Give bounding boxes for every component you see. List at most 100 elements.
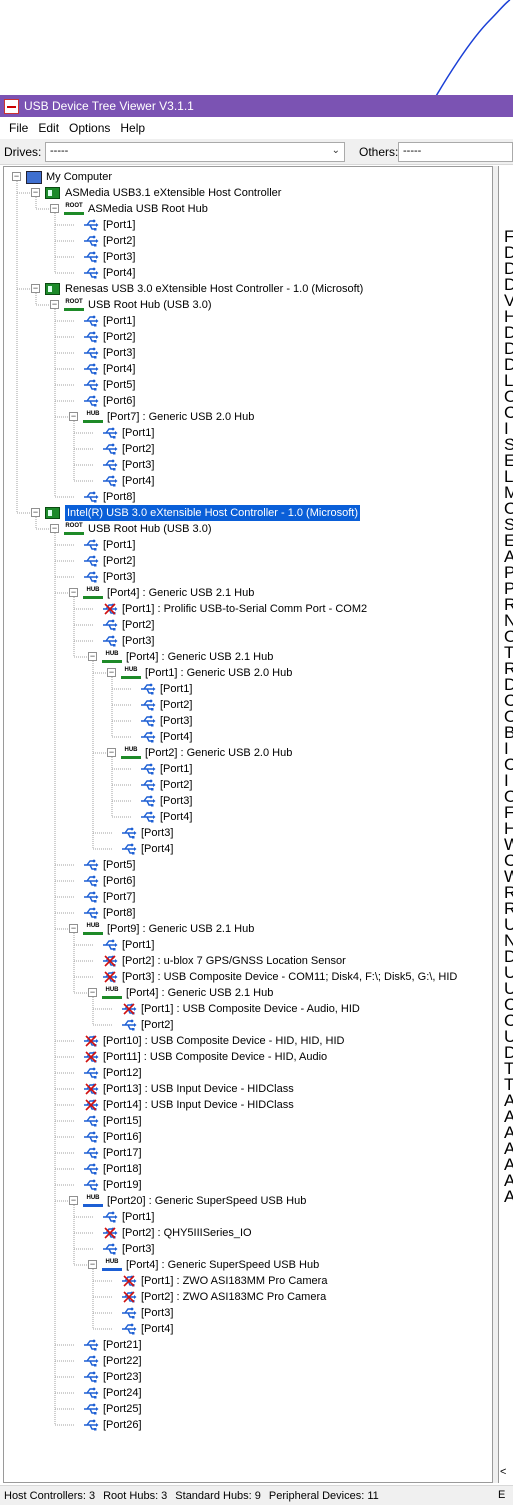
collapse-toggle-icon[interactable]: − (31, 508, 40, 517)
pen-annotation (435, 0, 511, 95)
usb-device-icon (121, 1291, 137, 1303)
usb3-port-icon (83, 1339, 99, 1351)
usb-port-icon (83, 555, 99, 567)
menu-edit[interactable]: Edit (33, 121, 64, 135)
tree-node-label: [Port1] (122, 1211, 155, 1223)
collapse-toggle-icon[interactable]: − (31, 188, 40, 197)
toolbar: Drives: ----- ⌄ Others: ----- (0, 139, 513, 165)
tree-node-label: [Port4] (103, 267, 136, 279)
usb-port-icon (83, 891, 99, 903)
usb-port-icon (102, 427, 118, 439)
usb-port-icon (83, 571, 99, 583)
usb-port-icon (83, 1163, 99, 1175)
tree-node-label: [Port16] (103, 1131, 142, 1143)
usb-device-icon (102, 603, 118, 615)
usb-port-icon (140, 715, 156, 727)
usb3-port-icon (83, 235, 99, 247)
menu-help[interactable]: Help (115, 121, 150, 135)
tree-node-label: [Port14] : USB Input Device - HIDClass (103, 1099, 294, 1111)
scroll-left-arrow[interactable]: < (500, 1466, 506, 1478)
tree-node-label: [Port1] (103, 219, 136, 231)
window-title: USB Device Tree Viewer V3.1.1 (24, 99, 194, 113)
tree-node-label: [Port2] : u-blox 7 GPS/GNSS Location Sen… (122, 955, 346, 967)
tree-node-label: [Port7] (103, 891, 136, 903)
usb-port-icon (102, 459, 118, 471)
usb-port-icon (102, 619, 118, 631)
collapse-toggle-icon[interactable]: − (107, 748, 116, 757)
collapse-toggle-icon[interactable]: − (88, 1260, 97, 1269)
usb-port-icon (121, 843, 137, 855)
title-bar[interactable]: USB Device Tree Viewer V3.1.1 (0, 95, 513, 117)
usb3-port-icon (121, 1323, 137, 1335)
collapse-toggle-icon[interactable]: − (88, 652, 97, 661)
usb3-port-icon (83, 1419, 99, 1431)
usb-hub-icon: HUB (121, 667, 141, 679)
usb-hub-icon: HUB (83, 411, 103, 423)
usb-port-icon (102, 475, 118, 487)
tree-node-label: [Port1] (160, 763, 193, 775)
tree-node-label: [Port4] (122, 475, 155, 487)
usb-port-icon (140, 731, 156, 743)
host-controller-icon (45, 187, 60, 199)
collapse-toggle-icon[interactable]: − (107, 668, 116, 677)
collapse-toggle-icon[interactable]: − (50, 300, 59, 309)
tree-node-label: [Port4] (141, 843, 174, 855)
usb-port-icon (83, 1067, 99, 1079)
tree-node-label: [Port7] : Generic USB 2.0 Hub (107, 411, 255, 423)
tree-node-label: [Port1] (103, 315, 136, 327)
usb-hub-icon: HUB (102, 987, 122, 999)
status-right-text: E (498, 1489, 506, 1501)
usb-hub-icon: HUB (121, 747, 141, 759)
chevron-down-icon[interactable]: ⌄ (332, 145, 340, 156)
usb-port-icon (140, 811, 156, 823)
tree-node-label: [Port4] (103, 363, 136, 375)
tree-node-label: [Port22] (103, 1355, 142, 1367)
tree-node-label: [Port10] : USB Composite Device - HID, H… (103, 1035, 345, 1047)
my-computer-icon (26, 171, 42, 184)
usb-port-icon (83, 1131, 99, 1143)
status-host-controllers: Host Controllers: 3 (4, 1489, 96, 1502)
details-pane[interactable]: FDDDVHDDDLOCISELMOSEAP PRNOT R DCOBICIOF… (498, 166, 513, 1483)
collapse-toggle-icon[interactable]: − (69, 412, 78, 421)
collapse-toggle-icon[interactable]: − (69, 1196, 78, 1205)
drives-dropdown[interactable]: ----- ⌄ (45, 142, 345, 162)
collapse-toggle-icon[interactable]: − (69, 588, 78, 597)
collapse-toggle-icon[interactable]: − (50, 524, 59, 533)
tree-node-label: [Port5] (103, 379, 136, 391)
desktop-background (0, 0, 513, 95)
tree-node-label: [Port3] (122, 635, 155, 647)
usb-port-icon (83, 859, 99, 871)
usb-hub-icon: HUB (83, 923, 103, 935)
tree-node-label: [Port12] (103, 1067, 142, 1079)
tree-node-label: [Port5] (103, 859, 136, 871)
tree-node-label: [Port9] : Generic USB 2.1 Hub (107, 923, 255, 935)
others-dropdown[interactable]: ----- (398, 142, 513, 162)
usb-device-icon (83, 1099, 99, 1111)
tree-node-label: [Port1] (122, 427, 155, 439)
collapse-toggle-icon[interactable]: − (69, 924, 78, 933)
usb-hub-icon: HUB (83, 587, 103, 599)
tree-node-label: Intel(R) USB 3.0 eXtensible Host Control… (65, 505, 360, 521)
menu-file[interactable]: File (4, 121, 33, 135)
tree-node-label: [Port2] : ZWO ASI183MC Pro Camera (141, 1291, 327, 1303)
collapse-toggle-icon[interactable]: − (88, 988, 97, 997)
collapse-toggle-icon[interactable]: − (12, 172, 21, 181)
usb-port-icon (102, 635, 118, 647)
drives-value: ----- (50, 145, 69, 157)
tree-node-label: [Port21] (103, 1339, 142, 1351)
device-tree[interactable]: − My Computer − ASMedia USB3.1 eXtensible H… (3, 166, 493, 1483)
menu-options[interactable]: Options (64, 121, 115, 135)
usb3-port-icon (83, 1355, 99, 1367)
usb3-port-icon (121, 1307, 137, 1319)
tree-node-label: [Port20] : Generic SuperSpeed USB Hub (107, 1195, 307, 1207)
usb-port-icon (140, 699, 156, 711)
tree-node-label: [Port6] (103, 875, 136, 887)
tree-node-label: [Port2] (122, 619, 155, 631)
usb-port-icon (83, 379, 99, 391)
tree-node-label: [Port3] (103, 251, 136, 263)
collapse-toggle-icon[interactable]: − (50, 204, 59, 213)
collapse-toggle-icon[interactable]: − (31, 284, 40, 293)
usb-port-icon (121, 1019, 137, 1031)
tree-node-label: [Port2] (160, 699, 193, 711)
usb-port-icon (140, 779, 156, 791)
